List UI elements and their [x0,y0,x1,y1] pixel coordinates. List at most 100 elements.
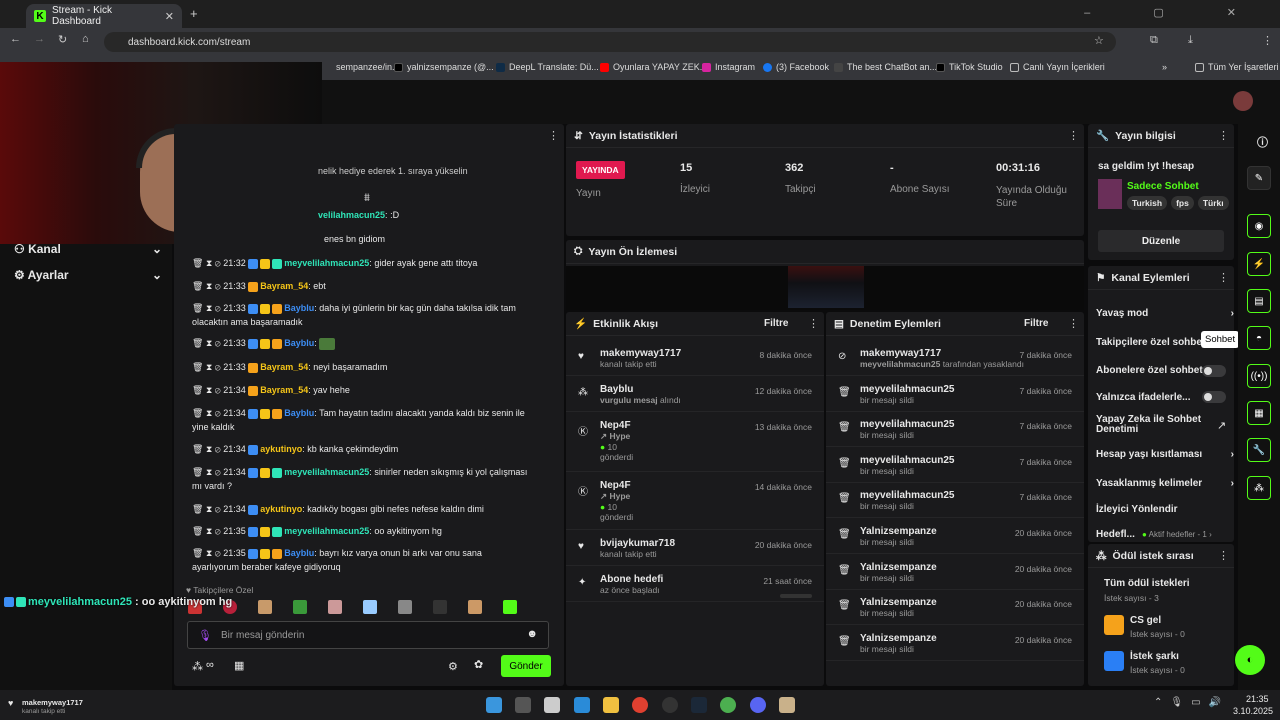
moderation-item[interactable]: 🗑 Yalnizsempanze bir mesajı sildi 20 dakika… [826,589,1084,626]
delete-icon[interactable]: 🗑 [192,258,203,268]
camera-icon[interactable]: ◉ [1247,214,1271,238]
bookmark-folder[interactable]: Canlı Yayın İçerikleri [1010,62,1105,72]
chat-message[interactable]: 🗑 ⧗ ⊘ 21:33 Bayblu: daha iyi günlerin bi… [186,301,546,329]
ban-icon[interactable]: ⊘ [215,338,221,348]
chat-username[interactable]: Bayblu [284,548,314,558]
broadcast-icon[interactable]: ((•)) [1247,364,1271,388]
activity-item[interactable]: Ⓚ Nep4F ↗ Hype ● 10 gönderdi 13 dakika önce [566,412,824,472]
close-tab-icon[interactable]: ✕ [165,10,174,23]
moderation-filter-button[interactable]: Filtre [1024,318,1048,329]
timeout-icon[interactable]: ⧗ [206,467,212,477]
tag[interactable]: Turkish [1127,196,1168,210]
wrench-rail-icon[interactable]: 🔧 [1247,438,1271,462]
delete-icon[interactable]: 🗑 [192,385,203,395]
bookmark[interactable]: Instagram [702,62,755,72]
timeout-icon[interactable]: ⧗ [206,338,212,348]
extensions-icon[interactable]: ⧉ [1150,34,1158,47]
chat-username[interactable]: aykutinyo [260,444,302,454]
action-goals[interactable]: Hedefl... [1096,529,1136,540]
chat-message[interactable]: 🗑 ⧗ ⊘ 21:33 Bayblu: [186,336,546,350]
send-button[interactable]: Gönder [501,655,551,677]
activity-item[interactable]: Ⓚ Nep4F ↗ Hype ● 10 gönderdi 14 dakika önce [566,472,824,530]
chat-message[interactable]: 🗑 ⧗ ⊘ 21:33 Bayram_54: neyi başaramadım [186,360,546,374]
bookmark-folder[interactable]: Tüm Yer İşaretleri [1195,62,1279,72]
app-icon[interactable] [662,697,678,713]
moderation-icon[interactable]: ▦ [1247,401,1271,425]
chat-username[interactable]: Bayblu [284,408,314,418]
bookmark[interactable]: yalnizsempanze (@... [394,62,494,72]
delete-icon[interactable]: 🗑 [192,303,203,313]
window-controls[interactable]: ‒ ▢ ✕ [1084,6,1266,19]
menu-icon[interactable]: ⋮ [1262,34,1273,47]
bookmark-star-icon[interactable]: ☆ [1094,34,1104,47]
avatar[interactable] [1233,91,1253,111]
home-icon[interactable]: ⌂ [82,33,89,45]
chat-message[interactable]: 🗑 ⧗ ⊘ 21:33 Bayram_54: ebt [186,279,546,293]
chat-username[interactable]: meyvelilahmacun25 [284,467,369,477]
reload-icon[interactable]: ↻ [58,33,67,46]
tag[interactable]: Türkı [1197,196,1229,210]
document-icon[interactable]: ▤ [1247,289,1271,313]
moderation-item[interactable]: 🗑 Yalnizsempanze bir mesajı sildi 20 dakika… [826,554,1084,590]
timeout-icon[interactable]: ⧗ [206,258,212,268]
bolt-rail-icon[interactable]: ⚡ [1247,252,1271,276]
new-tab-icon[interactable]: + [190,6,198,21]
delete-icon[interactable]: 🗑 [192,504,203,514]
ban-icon[interactable]: ⊘ [215,548,221,558]
nav-item-settings[interactable]: ⚙ Ayarlar ⌄ [14,268,162,282]
back-icon[interactable]: ← [10,33,21,45]
chat-username[interactable]: Bayram_54 [260,385,308,395]
delete-icon[interactable]: 🗑 [192,281,203,291]
action-slow-mode[interactable]: Yavaş mod › [1096,308,1234,319]
chat-message[interactable]: 🗑 ⧗ ⊘ 21:34 meyvelilahmacun25: sinirler … [186,465,546,493]
delete-icon[interactable]: 🗑 [192,408,203,418]
nav-item-channel[interactable]: ⚇ Kanal ⌄ [14,242,162,256]
activity-item[interactable]: ♥ makemyway1717 kanalı takip etti 8 dakika … [566,340,824,376]
chat-username[interactable]: Bayblu [284,338,314,348]
info-menu-icon[interactable]: ⋮ [1218,129,1229,142]
ban-icon[interactable]: ⊘ [215,408,221,418]
file-explorer-icon[interactable] [603,697,619,713]
all-requests[interactable]: Tüm ödül istekleri [1104,578,1190,589]
discord-icon[interactable] [750,697,766,713]
app-icon[interactable] [574,697,590,713]
reward-item-name[interactable]: İstek şarkı [1130,651,1179,662]
activity-menu-icon[interactable]: ⋮ [808,317,819,330]
ban-icon[interactable]: ⊘ [215,258,221,268]
bookmark[interactable]: The best ChatBot an... [834,62,937,72]
action-account-age[interactable]: Hesap yaşı kısıtlaması › [1096,449,1234,460]
moderation-item[interactable]: ⊘ makemyway1717 meyvelilahmacun25 tarafınd… [826,340,1084,376]
pinned-toggle-icon[interactable]: ⩩ [364,192,370,205]
chat-username[interactable]: meyvelilahmacun25 [284,258,369,268]
activity-item[interactable]: ♥ bvijaykumar718 kanalı takip etti 20 dakik… [566,530,824,566]
moderation-item[interactable]: 🗑 meyvelilahmacun25 bir mesajı sildi 7 daki… [826,411,1084,448]
more-bookmarks-icon[interactable]: » [1162,62,1167,72]
chat-input[interactable]: 🎙 Bir mesaj gönderin ☻ [187,621,549,649]
moderation-item[interactable]: 🗑 meyvelilahmacun25 bir mesajı sildi 7 daki… [826,482,1084,519]
edit-button[interactable]: Düzenle [1098,230,1224,252]
timeout-icon[interactable]: ⧗ [206,408,212,418]
start-icon[interactable] [486,697,502,713]
action-redirect[interactable]: İzleyici Yönlendir [1096,504,1228,515]
ban-icon[interactable]: ⊘ [215,303,221,313]
rewards-menu-icon[interactable]: ⋮ [1218,549,1229,562]
chat-message[interactable]: 🗑 ⧗ ⊘ 21:34 Bayblu: Tam hayatın tadını a… [186,406,546,434]
bookmark[interactable]: sempanzee/in... [336,62,400,72]
stats-menu-icon[interactable]: ⋮ [1068,129,1079,142]
timeout-icon[interactable]: ⧗ [206,548,212,558]
bookmark[interactable]: DeepL Translate: Dü... [496,62,599,72]
store-icon[interactable]: ▦ [234,659,244,672]
help-button[interactable]: ◐ [1235,645,1265,675]
moderation-item[interactable]: 🗑 Yalnizsempanze bir mesajı sildi 20 dakika… [826,625,1084,661]
download-icon[interactable]: ⤓ [1188,34,1193,47]
bookmark[interactable]: Oyunlara YAPAY ZEK... [600,62,707,72]
ban-icon[interactable]: ⊘ [215,281,221,291]
chat-username[interactable]: Bayblu [284,303,314,313]
app-icon[interactable] [779,697,795,713]
chat-username[interactable]: Bayram_54 [260,281,308,291]
ban-icon[interactable]: ⊘ [215,467,221,477]
url-bar[interactable]: dashboard.kick.com/stream [104,32,1116,52]
delete-icon[interactable]: 🗑 [192,444,203,454]
chat-message[interactable]: 🗑 ⧗ ⊘ 21:32 meyvelilahmacun25: gider aya… [186,256,546,270]
info-icon[interactable]: ⓘ [1257,134,1268,150]
